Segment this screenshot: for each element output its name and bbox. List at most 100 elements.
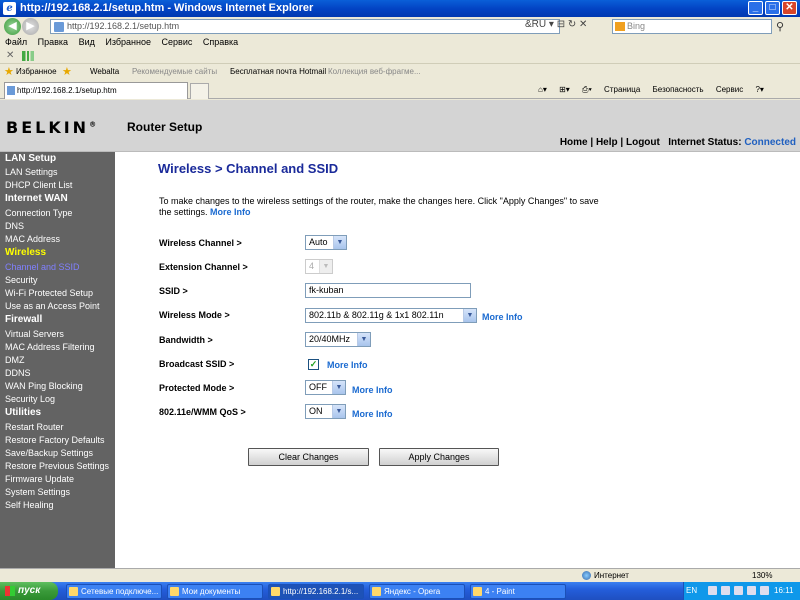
sidebar-item-dmz[interactable]: DMZ bbox=[5, 355, 25, 365]
close-toolbar-icon[interactable]: ✕ bbox=[6, 50, 14, 61]
sidebar-item-restore-previous[interactable]: Restore Previous Settings bbox=[5, 461, 109, 471]
favorites-button[interactable]: Избранное bbox=[16, 67, 57, 76]
help-icon[interactable]: ?▾ bbox=[755, 85, 763, 94]
bandwidth-select[interactable]: 20/40MHz ▼ bbox=[305, 332, 371, 347]
favorites-star-icon[interactable]: ★ bbox=[4, 65, 14, 78]
menu-view[interactable]: Вид bbox=[79, 37, 95, 47]
menu-file[interactable]: Файл bbox=[5, 37, 27, 47]
status-zone: Интернет bbox=[594, 571, 629, 580]
sidebar-head-firewall: Firewall bbox=[5, 314, 43, 325]
broadcast-ssid-checkbox[interactable]: ✓ bbox=[308, 359, 319, 370]
opera-icon bbox=[372, 587, 381, 596]
extra-toolbar: ✕ bbox=[0, 49, 800, 64]
wmm-qos-select[interactable]: ON ▼ bbox=[305, 404, 346, 419]
fav-web-slices[interactable]: Коллекция веб-фрагме... bbox=[328, 67, 421, 76]
search-icon[interactable]: ⚲ bbox=[776, 20, 784, 33]
protected-mode-value: OFF bbox=[309, 382, 327, 392]
clear-changes-button[interactable]: Clear Changes bbox=[248, 448, 369, 466]
sidebar-item-access-point[interactable]: Use as an Access Point bbox=[5, 301, 100, 311]
sidebar-item-mac-filtering[interactable]: MAC Address Filtering bbox=[5, 342, 95, 352]
menu-help[interactable]: Справка bbox=[203, 37, 238, 47]
tray-icon-1[interactable] bbox=[708, 586, 717, 595]
maximize-button[interactable]: □ bbox=[765, 1, 780, 15]
sidebar-item-self-healing[interactable]: Self Healing bbox=[5, 500, 54, 510]
wireless-channel-select[interactable]: Auto ▼ bbox=[305, 235, 347, 250]
close-button[interactable]: ✕ bbox=[782, 1, 797, 15]
task-ie[interactable]: http://192.168.2.1/s... bbox=[268, 584, 364, 599]
intro-more-info-link[interactable]: More Info bbox=[210, 207, 251, 217]
search-input[interactable]: Bing bbox=[612, 19, 772, 34]
task-documents[interactable]: Мои документы bbox=[167, 584, 263, 599]
task-ie-label: http://192.168.2.1/s... bbox=[283, 587, 359, 596]
tray-icon-2[interactable] bbox=[721, 586, 730, 595]
sidebar-item-wps[interactable]: Wi-Fi Protected Setup bbox=[5, 288, 93, 298]
tray-icon-3[interactable] bbox=[734, 586, 743, 595]
browser-tab[interactable]: http://192.168.2.1/setup.htm bbox=[4, 82, 188, 99]
clock: 16:11 bbox=[774, 586, 794, 595]
address-bar[interactable]: http://192.168.2.1/setup.htm bbox=[50, 19, 560, 34]
network-icon bbox=[69, 587, 78, 596]
feeds-icon[interactable]: ⊞▾ bbox=[559, 85, 570, 94]
start-button[interactable]: пуск bbox=[0, 582, 58, 600]
header-nav: Home | Help | Logout Internet Status: Co… bbox=[560, 137, 796, 148]
chevron-down-icon: ▼ bbox=[333, 236, 346, 249]
task-network[interactable]: Сетевые подключе... bbox=[66, 584, 162, 599]
menu-tools[interactable]: Сервис bbox=[162, 37, 193, 47]
apply-changes-button[interactable]: Apply Changes bbox=[379, 448, 499, 466]
sidebar-item-firmware-update[interactable]: Firmware Update bbox=[5, 474, 74, 484]
add-favorite-icon[interactable]: ★ bbox=[62, 65, 72, 78]
sidebar-item-wan-ping-blocking[interactable]: WAN Ping Blocking bbox=[5, 381, 83, 391]
sidebar-item-restore-defaults[interactable]: Restore Factory Defaults bbox=[5, 435, 105, 445]
cmd-tools[interactable]: Сервис bbox=[716, 85, 743, 94]
task-paint-label: 4 - Paint bbox=[485, 587, 515, 596]
extension-channel-value: 4 bbox=[309, 261, 315, 271]
protected-mode-select[interactable]: OFF ▼ bbox=[305, 380, 346, 395]
ssid-input[interactable]: fk-kuban bbox=[305, 283, 471, 298]
tray-icon-5[interactable] bbox=[760, 586, 769, 595]
window-title-bar: e http://192.168.2.1/setup.htm - Windows… bbox=[0, 0, 800, 17]
sidebar-item-dhcp-client-list[interactable]: DHCP Client List bbox=[5, 180, 72, 190]
cmd-page[interactable]: Страница bbox=[604, 85, 640, 94]
sidebar-item-save-backup[interactable]: Save/Backup Settings bbox=[5, 448, 93, 458]
sidebar-item-restart-router[interactable]: Restart Router bbox=[5, 422, 64, 432]
ssid-label: SSID > bbox=[159, 286, 188, 296]
command-bar: ⌂▾ ⊞▾ ⎙▾ Страница Безопасность Сервис ?▾ bbox=[538, 85, 774, 95]
sidebar-item-security[interactable]: Security bbox=[5, 275, 38, 285]
sidebar-item-mac-address[interactable]: MAC Address bbox=[5, 234, 60, 244]
cmd-security[interactable]: Безопасность bbox=[653, 85, 704, 94]
menu-favorites[interactable]: Избранное bbox=[105, 37, 151, 47]
address-tools[interactable]: &RU ▾ ⊟ ↻ ✕ bbox=[525, 19, 587, 30]
tray-icon-4[interactable] bbox=[747, 586, 756, 595]
protected-mode-more-info-link[interactable]: More Info bbox=[352, 385, 393, 395]
sidebar-head-lan-setup: LAN Setup bbox=[5, 153, 57, 164]
wireless-mode-select[interactable]: 802.11b & 802.11g & 1x1 802.11n ▼ bbox=[305, 308, 477, 323]
sidebar-item-system-settings[interactable]: System Settings bbox=[5, 487, 70, 497]
home-help-logout-links[interactable]: Home | Help | Logout bbox=[560, 137, 660, 148]
home-icon[interactable]: ⌂▾ bbox=[538, 85, 547, 94]
sidebar-item-security-log[interactable]: Security Log bbox=[5, 394, 55, 404]
status-bar: Интернет 130% bbox=[0, 568, 800, 582]
zoom-level[interactable]: 130% bbox=[752, 571, 772, 580]
sidebar-item-virtual-servers[interactable]: Virtual Servers bbox=[5, 329, 64, 339]
forward-button[interactable]: ▶ bbox=[22, 18, 39, 35]
system-tray: EN 16:11 bbox=[683, 582, 800, 600]
fav-suggested[interactable]: Рекомендуемые сайты bbox=[132, 67, 217, 76]
task-opera[interactable]: Яндекс - Opera bbox=[369, 584, 465, 599]
wmm-more-info-link[interactable]: More Info bbox=[352, 409, 393, 419]
broadcast-more-info-link[interactable]: More Info bbox=[327, 360, 368, 370]
menu-edit[interactable]: Правка bbox=[38, 37, 68, 47]
new-tab-button[interactable] bbox=[190, 83, 209, 99]
wireless-mode-more-info-link[interactable]: More Info bbox=[482, 312, 523, 322]
print-icon[interactable]: ⎙▾ bbox=[582, 85, 592, 94]
minimize-button[interactable]: _ bbox=[748, 1, 763, 15]
language-indicator[interactable]: EN bbox=[686, 586, 697, 595]
back-button[interactable]: ◀ bbox=[4, 18, 21, 35]
sidebar-item-ddns[interactable]: DDNS bbox=[5, 368, 31, 378]
sidebar-item-connection-type[interactable]: Connection Type bbox=[5, 208, 72, 218]
sidebar-item-lan-settings[interactable]: LAN Settings bbox=[5, 167, 58, 177]
fav-hotmail[interactable]: Бесплатная почта Hotmail bbox=[230, 67, 326, 76]
fav-webalta[interactable]: Webalta bbox=[90, 67, 119, 76]
task-paint[interactable]: 4 - Paint bbox=[470, 584, 566, 599]
sidebar-item-channel-ssid[interactable]: Channel and SSID bbox=[5, 262, 80, 272]
sidebar-item-dns[interactable]: DNS bbox=[5, 221, 24, 231]
